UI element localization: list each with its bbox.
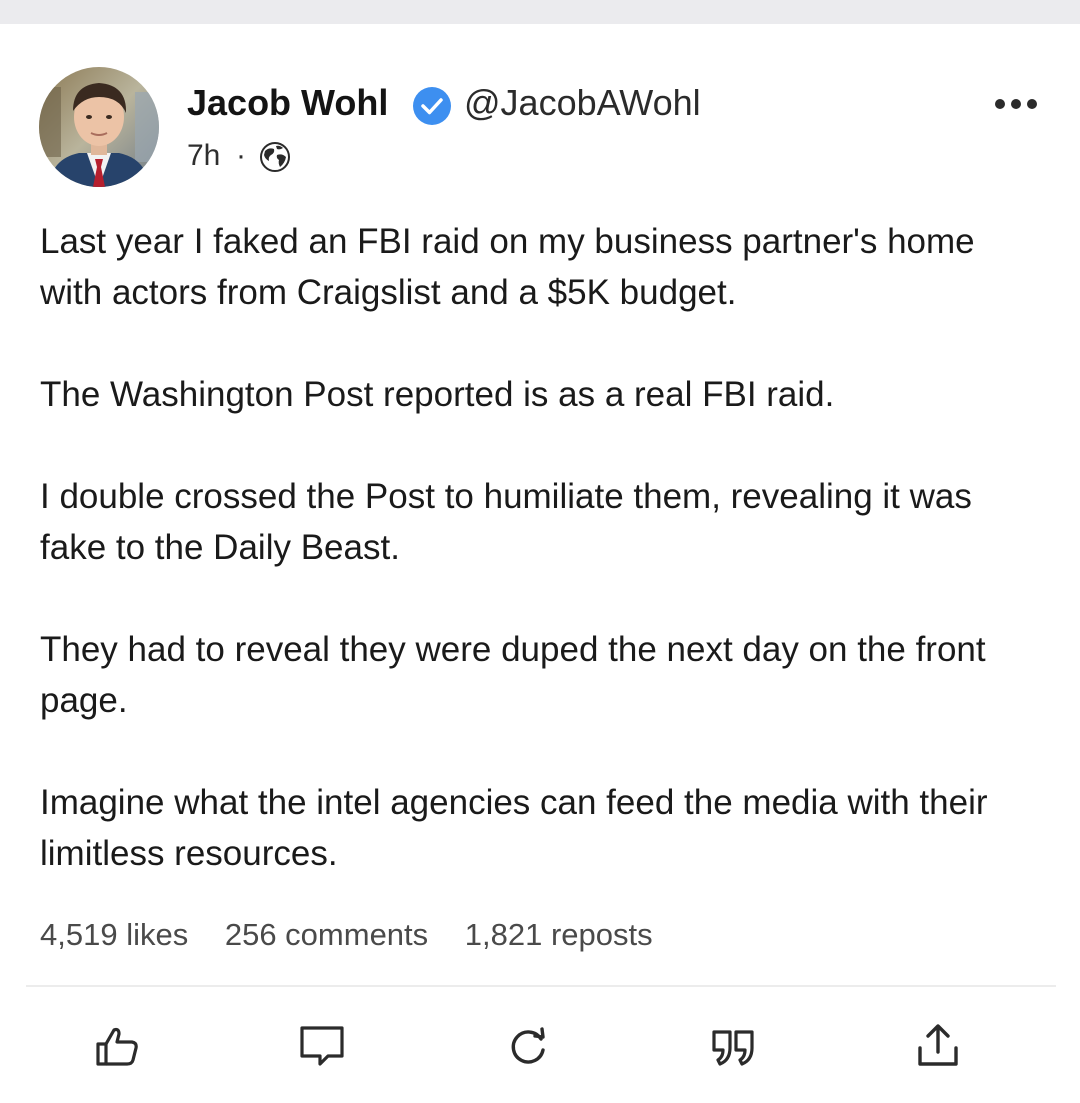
comments-count[interactable]: 256 comments [225,917,428,952]
more-options-icon[interactable] [992,94,1040,114]
author-name[interactable]: Jacob Wohl [187,82,388,124]
author-handle[interactable]: @JacobAWohl [464,82,701,124]
repost-button[interactable] [504,1022,552,1070]
post-body: Last year I faked an FBI raid on my busi… [40,216,1040,930]
meta-separator: · [236,139,246,172]
divider [26,985,1056,987]
post-card: Jacob Wohl @JacobAWohl 7h · Last year I … [0,24,1080,1103]
reposts-count[interactable]: 1,821 reposts [465,917,653,952]
quote-icon [712,1030,754,1066]
share-button[interactable] [914,1022,962,1070]
like-button[interactable] [94,1022,142,1070]
likes-count[interactable]: 4,519 likes [40,917,188,952]
post-paragraph: I double crossed the Post to humiliate t… [40,477,972,567]
thumbs-up-icon [96,1027,138,1066]
engagement-stats: 4,519 likes 256 comments 1,821 reposts [40,917,681,953]
post-time: 7h [187,139,221,172]
post-paragraph: Last year I faked an FBI raid on my busi… [40,222,975,312]
post-paragraph: They had to reveal they were duped the n… [40,630,986,720]
verified-badge-icon [412,86,452,126]
share-icon [918,1024,958,1066]
post-paragraph: The Washington Post reported is as a rea… [40,375,835,414]
post-paragraph: Imagine what the intel agencies can feed… [40,783,988,873]
quote-button[interactable] [710,1022,758,1070]
globe-icon [259,141,291,173]
avatar[interactable] [39,67,159,187]
comment-button[interactable] [298,1022,346,1070]
comment-icon [300,1026,344,1066]
repost-icon [511,1027,545,1064]
